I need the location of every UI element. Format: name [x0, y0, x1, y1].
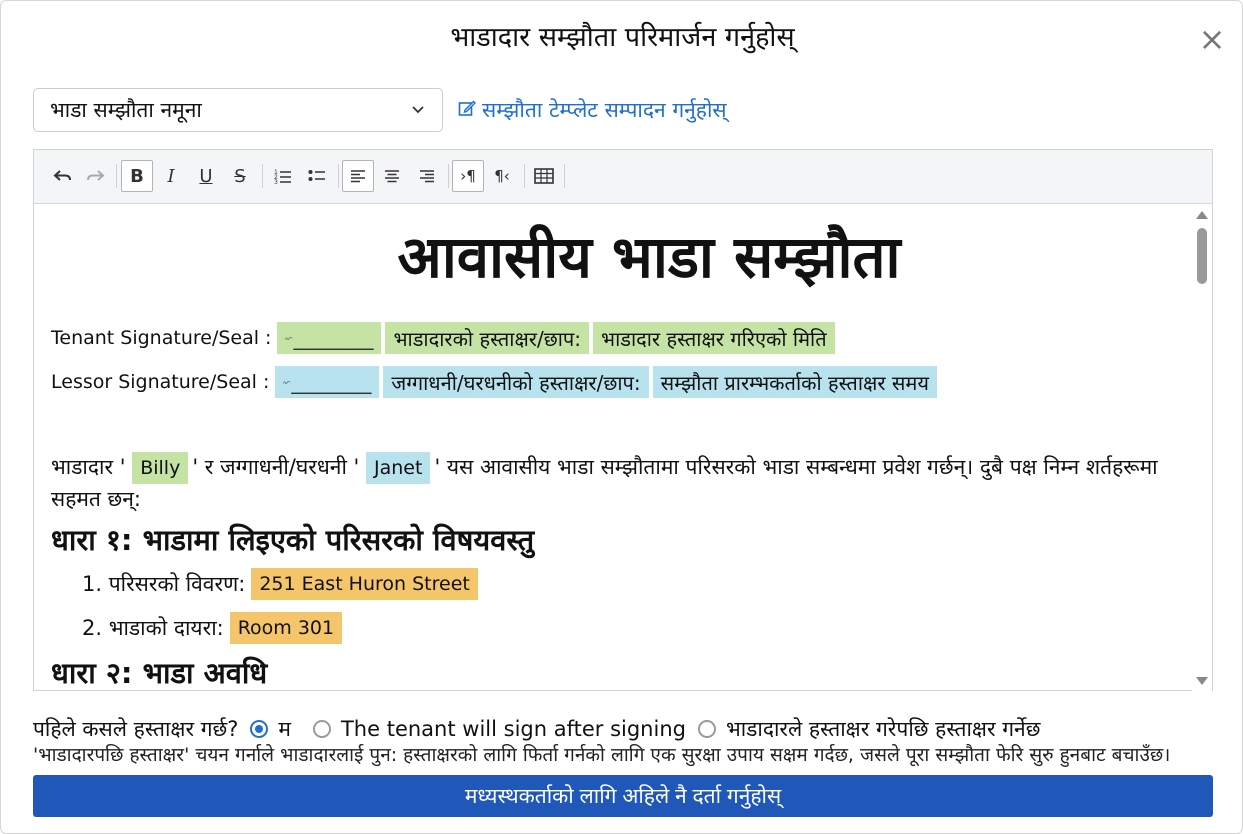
- radio-after-tenant[interactable]: [697, 720, 716, 738]
- property-address-field[interactable]: 251 East Huron Street: [251, 568, 478, 600]
- align-center-icon: [385, 170, 399, 183]
- toolbar-separator: [524, 164, 525, 188]
- list-item: 1. परिसरको विवरण: 251 East Huron Street: [82, 568, 482, 600]
- ltr-icon: ›¶: [460, 167, 476, 185]
- toolbar-separator: [262, 164, 263, 188]
- tenant-signature-row: Tenant Signature/Seal : ________ भाडादार…: [51, 322, 839, 354]
- toolbar-separator: [116, 164, 117, 188]
- document-content[interactable]: आवासीय भाडा सम्झौता Tenant Signature/Sea…: [34, 205, 1194, 691]
- edit-agreement-dialog: भाडादार सम्झौता परिमार्जन गर्नुहोस् × भा…: [0, 0, 1243, 834]
- register-for-mediator-button[interactable]: मध्यस्थकर्ताको लागि अहिले नै दर्ता गर्नु…: [33, 775, 1213, 817]
- undo-button[interactable]: [46, 160, 78, 192]
- tenant-sign-date-field[interactable]: भाडादार हस्ताक्षर गरिएको मिति: [593, 322, 835, 354]
- intro-prefix: भाडादार ': [51, 455, 126, 479]
- tenant-signature-placeholder: ________: [293, 326, 374, 350]
- radio-me[interactable]: [250, 720, 269, 738]
- align-right-icon: [420, 170, 434, 183]
- rtl-button[interactable]: ¶‹: [486, 160, 518, 192]
- document-title: आवासीय भाडा सम्झौता: [397, 223, 901, 291]
- lessor-signature-field[interactable]: ________: [275, 366, 380, 398]
- underline-button[interactable]: U: [190, 160, 222, 192]
- strikethrough-button[interactable]: S: [224, 160, 256, 192]
- align-left-button[interactable]: [342, 160, 374, 192]
- ltr-button[interactable]: ›¶: [452, 160, 484, 192]
- rental-scope-label: 2. भाडाको दायरा:: [82, 616, 224, 640]
- bullet-list-icon: [308, 170, 325, 181]
- editor-scrollbar[interactable]: [1192, 205, 1212, 691]
- close-button[interactable]: ×: [1194, 19, 1230, 59]
- bold-icon: B: [130, 165, 144, 187]
- radio-tenant-after[interactable]: [312, 720, 331, 738]
- template-select-value: भाडा सम्झौता नमूना: [50, 98, 202, 122]
- edit-template-label: सम्झौता टेम्प्लेट सम्पादन गर्नुहोस्: [482, 98, 727, 122]
- underline-icon: U: [199, 165, 213, 187]
- property-description-label: 1. परिसरको विवरण:: [82, 572, 246, 596]
- ordered-list-icon: 123: [274, 169, 291, 184]
- italic-icon: I: [167, 165, 175, 187]
- tenant-signature-label: Tenant Signature/Seal :: [51, 327, 272, 349]
- sign-order-question: पहिले कसले हस्ताक्षर गर्छ?: [33, 717, 239, 741]
- scrollbar-thumb[interactable]: [1197, 228, 1207, 284]
- redo-icon: [87, 170, 105, 181]
- lessor-sig-stamp-field[interactable]: जग्गाधनी/घरधनीको हस्ताक्षर/छाप:: [383, 366, 649, 398]
- rental-scope-field[interactable]: Room 301: [229, 612, 343, 644]
- lessor-signature-placeholder: ________: [291, 370, 372, 394]
- italic-button[interactable]: I: [155, 160, 187, 192]
- lessor-signature-row: Lessor Signature/Seal : ________ जग्गाधन…: [51, 366, 941, 398]
- sign-order-group: पहिले कसले हस्ताक्षर गर्छ? म The tenant …: [33, 715, 1040, 743]
- lessor-signature-label: Lessor Signature/Seal :: [51, 371, 270, 393]
- tenant-name-field[interactable]: Billy: [132, 452, 189, 484]
- redo-button[interactable]: [80, 160, 112, 192]
- svg-text:3: 3: [274, 179, 278, 184]
- close-icon: ×: [1198, 20, 1226, 58]
- tenant-sig-stamp-field[interactable]: भाडादारको हस्ताक्षर/छाप:: [385, 322, 590, 354]
- toolbar-separator: [338, 164, 339, 188]
- ordered-list-button[interactable]: 123: [267, 160, 299, 192]
- table-button[interactable]: [528, 160, 560, 192]
- section-1-heading: धारा १: भाडामा लिइएको परिसरको विषयवस्तु: [51, 523, 535, 557]
- sign-order-note: 'भाडादारपछि हस्ताक्षर' चयन गर्नाले भाडाद…: [33, 744, 1171, 766]
- edit-icon: [458, 98, 476, 122]
- scroll-up-icon[interactable]: [1196, 211, 1208, 219]
- tenant-signature-field[interactable]: ________: [277, 322, 382, 354]
- radio-after-tenant-label[interactable]: भाडादारले हस्ताक्षर गरेपछि हस्ताक्षर गर्…: [726, 715, 1040, 743]
- dialog-title: भाडादार सम्झौता परिमार्जन गर्नुहोस्: [450, 22, 795, 53]
- editor-toolbar: B I U S 123 ›¶ ¶‹: [34, 150, 1212, 204]
- align-right-button[interactable]: [411, 160, 443, 192]
- edit-template-link[interactable]: सम्झौता टेम्प्लेट सम्पादन गर्नुहोस्: [458, 93, 727, 127]
- bold-button[interactable]: B: [121, 160, 153, 192]
- align-left-icon: [351, 170, 365, 183]
- list-item: 2. भाडाको दायरा: Room 301: [82, 612, 346, 644]
- section-2-heading: धारा २: भाडा अवधि: [51, 656, 268, 690]
- undo-icon: [53, 170, 71, 181]
- toolbar-separator: [448, 164, 449, 188]
- intro-mid: ' र जग्गाधनी/घरधनी ': [192, 455, 360, 479]
- template-select[interactable]: भाडा सम्झौता नमूना: [33, 88, 443, 132]
- rich-text-editor: B I U S 123 ›¶ ¶‹ आवासीय भाडा सम्झौता Te…: [33, 149, 1213, 691]
- radio-me-label[interactable]: म: [278, 715, 291, 743]
- bullet-list-button[interactable]: [301, 160, 333, 192]
- initiator-sign-time-field[interactable]: सम्झौता प्रारम्भकर्ताको हस्ताक्षर समय: [652, 366, 937, 398]
- lessor-name-field[interactable]: Janet: [366, 452, 431, 484]
- scroll-down-icon[interactable]: [1196, 677, 1208, 685]
- strikethrough-icon: S: [234, 165, 246, 187]
- align-center-button[interactable]: [376, 160, 408, 192]
- chevron-down-icon: [410, 102, 426, 118]
- radio-tenant-after-label[interactable]: The tenant will sign after signing: [341, 717, 686, 741]
- intro-paragraph: भाडादार ' Billy ' र जग्गाधनी/घरधनी ' Jane…: [51, 452, 1171, 514]
- table-icon: [534, 168, 554, 184]
- toolbar-separator: [564, 164, 565, 188]
- rtl-icon: ¶‹: [494, 167, 510, 185]
